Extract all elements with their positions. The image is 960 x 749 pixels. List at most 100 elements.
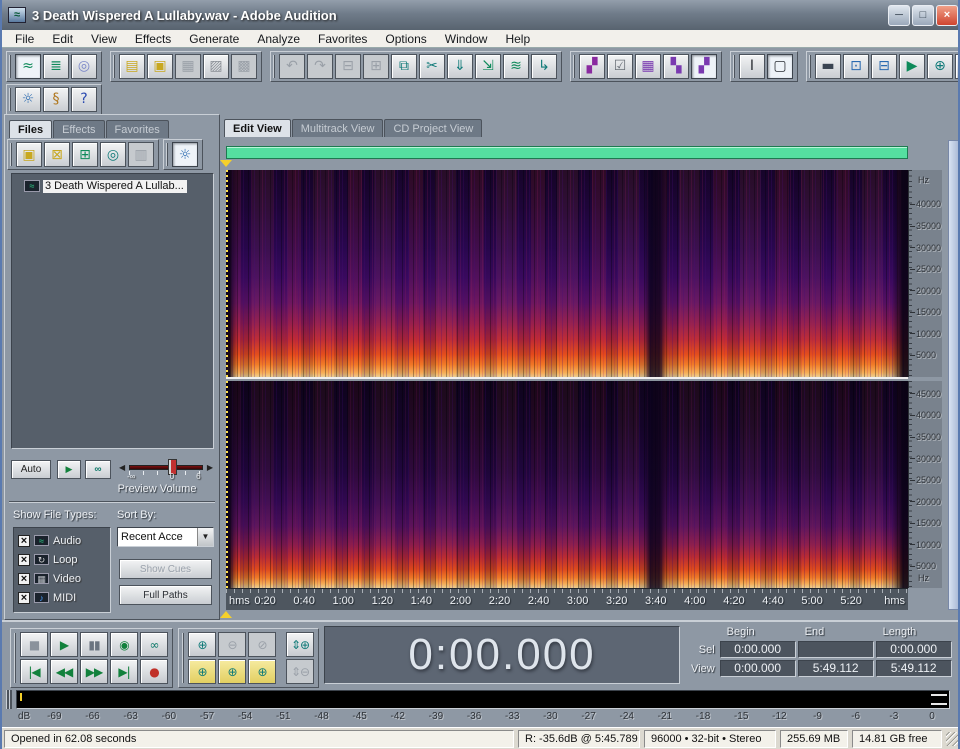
go-to-end-button[interactable]: ▶| (110, 659, 138, 684)
zoom-in-button[interactable]: ⊕ (188, 632, 216, 657)
pause-button[interactable]: ▮▮ (80, 632, 108, 657)
frequency-ruler-right-channel[interactable]: Hz45000400003500030000250002000015000100… (908, 381, 942, 588)
effects-grid-button-1[interactable]: ▦ (635, 54, 661, 79)
menu-edit[interactable]: Edit (43, 31, 82, 47)
close-file-button[interactable]: ⊠ (44, 142, 70, 167)
spectrogram-left-channel[interactable] (226, 170, 908, 377)
slider-track[interactable] (129, 465, 203, 470)
close-button[interactable]: × (936, 5, 958, 26)
paste-to-new-button[interactable]: ⇲ (475, 54, 501, 79)
menu-effects[interactable]: Effects (126, 31, 180, 47)
effects-grid-button-2[interactable]: ▚ (663, 54, 689, 79)
multitrack-view-button[interactable]: ≣ (43, 54, 69, 79)
meter-grip-handle[interactable] (6, 690, 12, 709)
tab-multitrack-view[interactable]: Multitrack View (292, 119, 384, 137)
zoom-selection-left-button[interactable]: ⊕ (218, 659, 246, 684)
playhead-marker-bottom[interactable] (220, 611, 232, 618)
copy-to-new-button[interactable]: ↳ (531, 54, 557, 79)
new-file-button[interactable]: ▤ (119, 54, 145, 79)
copy-button[interactable]: ⧉ (391, 54, 417, 79)
checkbox-audio[interactable]: × (18, 535, 30, 547)
go-to-start-button[interactable]: |◀ (20, 659, 48, 684)
tab-files[interactable]: Files (9, 120, 52, 138)
zoom-window-button[interactable]: ⊕ (927, 54, 953, 79)
marquee-selection-tool-button[interactable]: ▢ (767, 54, 793, 79)
scripts-button[interactable]: § (43, 87, 69, 112)
preview-volume-slider[interactable]: ◀ ▶ -∞ 0 6 (119, 458, 213, 480)
zoom-selection-right-button[interactable]: ⊕ (248, 659, 276, 684)
play-button[interactable]: ▶ (50, 632, 78, 657)
vertical-scrollbar[interactable] (948, 140, 960, 610)
preview-toggle-button[interactable]: ☑ (607, 54, 633, 79)
file-list[interactable]: ≈3 Death Wispered A Lullab... (11, 173, 214, 449)
advanced-options-button[interactable]: ☼ (172, 142, 198, 167)
sort-dropdown[interactable]: Recent Acce ▼ (117, 527, 214, 547)
insert-into-cd-button[interactable]: ◎ (100, 142, 126, 167)
tab-edit-view[interactable]: Edit View (224, 119, 291, 137)
view-length-field[interactable]: 5:49.112 (876, 660, 952, 677)
settings-button[interactable]: ☼ (15, 87, 41, 112)
insert-into-multitrack-button[interactable]: ⊞ (72, 142, 98, 167)
fast-forward-button[interactable]: ▶▶ (80, 659, 108, 684)
cut-button[interactable]: ✂ (419, 54, 445, 79)
slider-left-arrow-icon[interactable]: ◀ (119, 463, 125, 472)
loop-button[interactable]: ∞ (140, 632, 168, 657)
menu-favorites[interactable]: Favorites (309, 31, 376, 47)
import-file-button[interactable]: ▣ (16, 142, 42, 167)
edit-view-button[interactable]: ≈ (15, 54, 41, 79)
menu-generate[interactable]: Generate (180, 31, 248, 47)
frequency-ruler-left-channel[interactable]: Hz40000350003000025000200001500010000500… (908, 170, 942, 377)
auto-play-button[interactable]: Auto (11, 460, 51, 479)
preview-loop-button[interactable]: ∞ (85, 460, 111, 479)
chevron-down-icon[interactable]: ▼ (197, 528, 213, 546)
full-paths-button[interactable]: Full Paths (119, 585, 212, 605)
menu-help[interactable]: Help (496, 31, 539, 47)
file-list-item[interactable]: ≈3 Death Wispered A Lullab... (14, 178, 211, 194)
timeline-ruler[interactable]: hmshms0:200:401:001:201:402:002:202:403:… (226, 588, 908, 610)
help-button[interactable]: ? (71, 87, 97, 112)
menu-options[interactable]: Options (376, 31, 435, 47)
paste-button[interactable]: ⇓ (447, 54, 473, 79)
rewind-button[interactable]: ◀◀ (50, 659, 78, 684)
slider-right-arrow-icon[interactable]: ▶ (207, 463, 213, 472)
minimize-button[interactable]: ─ (888, 5, 910, 26)
sel-end-field[interactable] (798, 641, 874, 658)
open-file-button[interactable]: ▣ (147, 54, 173, 79)
spectral-view-button[interactable]: ▞ (579, 54, 605, 79)
view-end-field[interactable]: 5:49.112 (798, 660, 874, 677)
menu-window[interactable]: Window (436, 31, 497, 47)
playhead-marker-top[interactable] (220, 160, 232, 167)
level-meter[interactable] (16, 690, 950, 709)
organizer-window-button[interactable]: ▬ (815, 54, 841, 79)
time-display[interactable]: 0:00.000 (324, 626, 680, 684)
view-begin-field[interactable]: 0:00.000 (720, 660, 796, 677)
mix-paste-button[interactable]: ≋ (503, 54, 529, 79)
transport-window-button[interactable]: ▶ (899, 54, 925, 79)
frequency-analysis-window-button[interactable]: ⊡ (843, 54, 869, 79)
checkbox-loop[interactable]: × (18, 554, 30, 566)
checkbox-midi[interactable]: × (18, 592, 30, 604)
tab-effects[interactable]: Effects (53, 120, 104, 138)
preview-play-button[interactable]: ▶ (57, 460, 81, 479)
checkbox-video[interactable]: × (18, 573, 30, 585)
save-as-button[interactable]: ▨ (203, 54, 229, 79)
maximize-button[interactable]: □ (912, 5, 934, 26)
menu-file[interactable]: File (6, 31, 43, 47)
effects-grid-button-3[interactable]: ▞ (691, 54, 717, 79)
spectrogram-right-channel[interactable] (226, 381, 908, 588)
play-looped-button[interactable]: ◉ (110, 632, 138, 657)
overview-navigation-bar[interactable] (226, 146, 908, 159)
resize-grip[interactable] (946, 732, 960, 746)
tab-favorites[interactable]: Favorites (106, 120, 169, 138)
tab-cd-project-view[interactable]: CD Project View (384, 119, 482, 137)
sel-length-field[interactable]: 0:00.000 (876, 641, 952, 658)
files-window-button[interactable]: ⊟ (871, 54, 897, 79)
sel-begin-field[interactable]: 0:00.000 (720, 641, 796, 658)
record-button[interactable]: ● (140, 659, 168, 684)
stop-button[interactable]: ■ (20, 632, 48, 657)
time-window-button[interactable]: 0:15 (955, 54, 960, 79)
menu-view[interactable]: View (82, 31, 126, 47)
time-selection-tool-button[interactable]: I (739, 54, 765, 79)
menu-analyze[interactable]: Analyze (248, 31, 309, 47)
cd-project-view-button[interactable]: ◎ (71, 54, 97, 79)
